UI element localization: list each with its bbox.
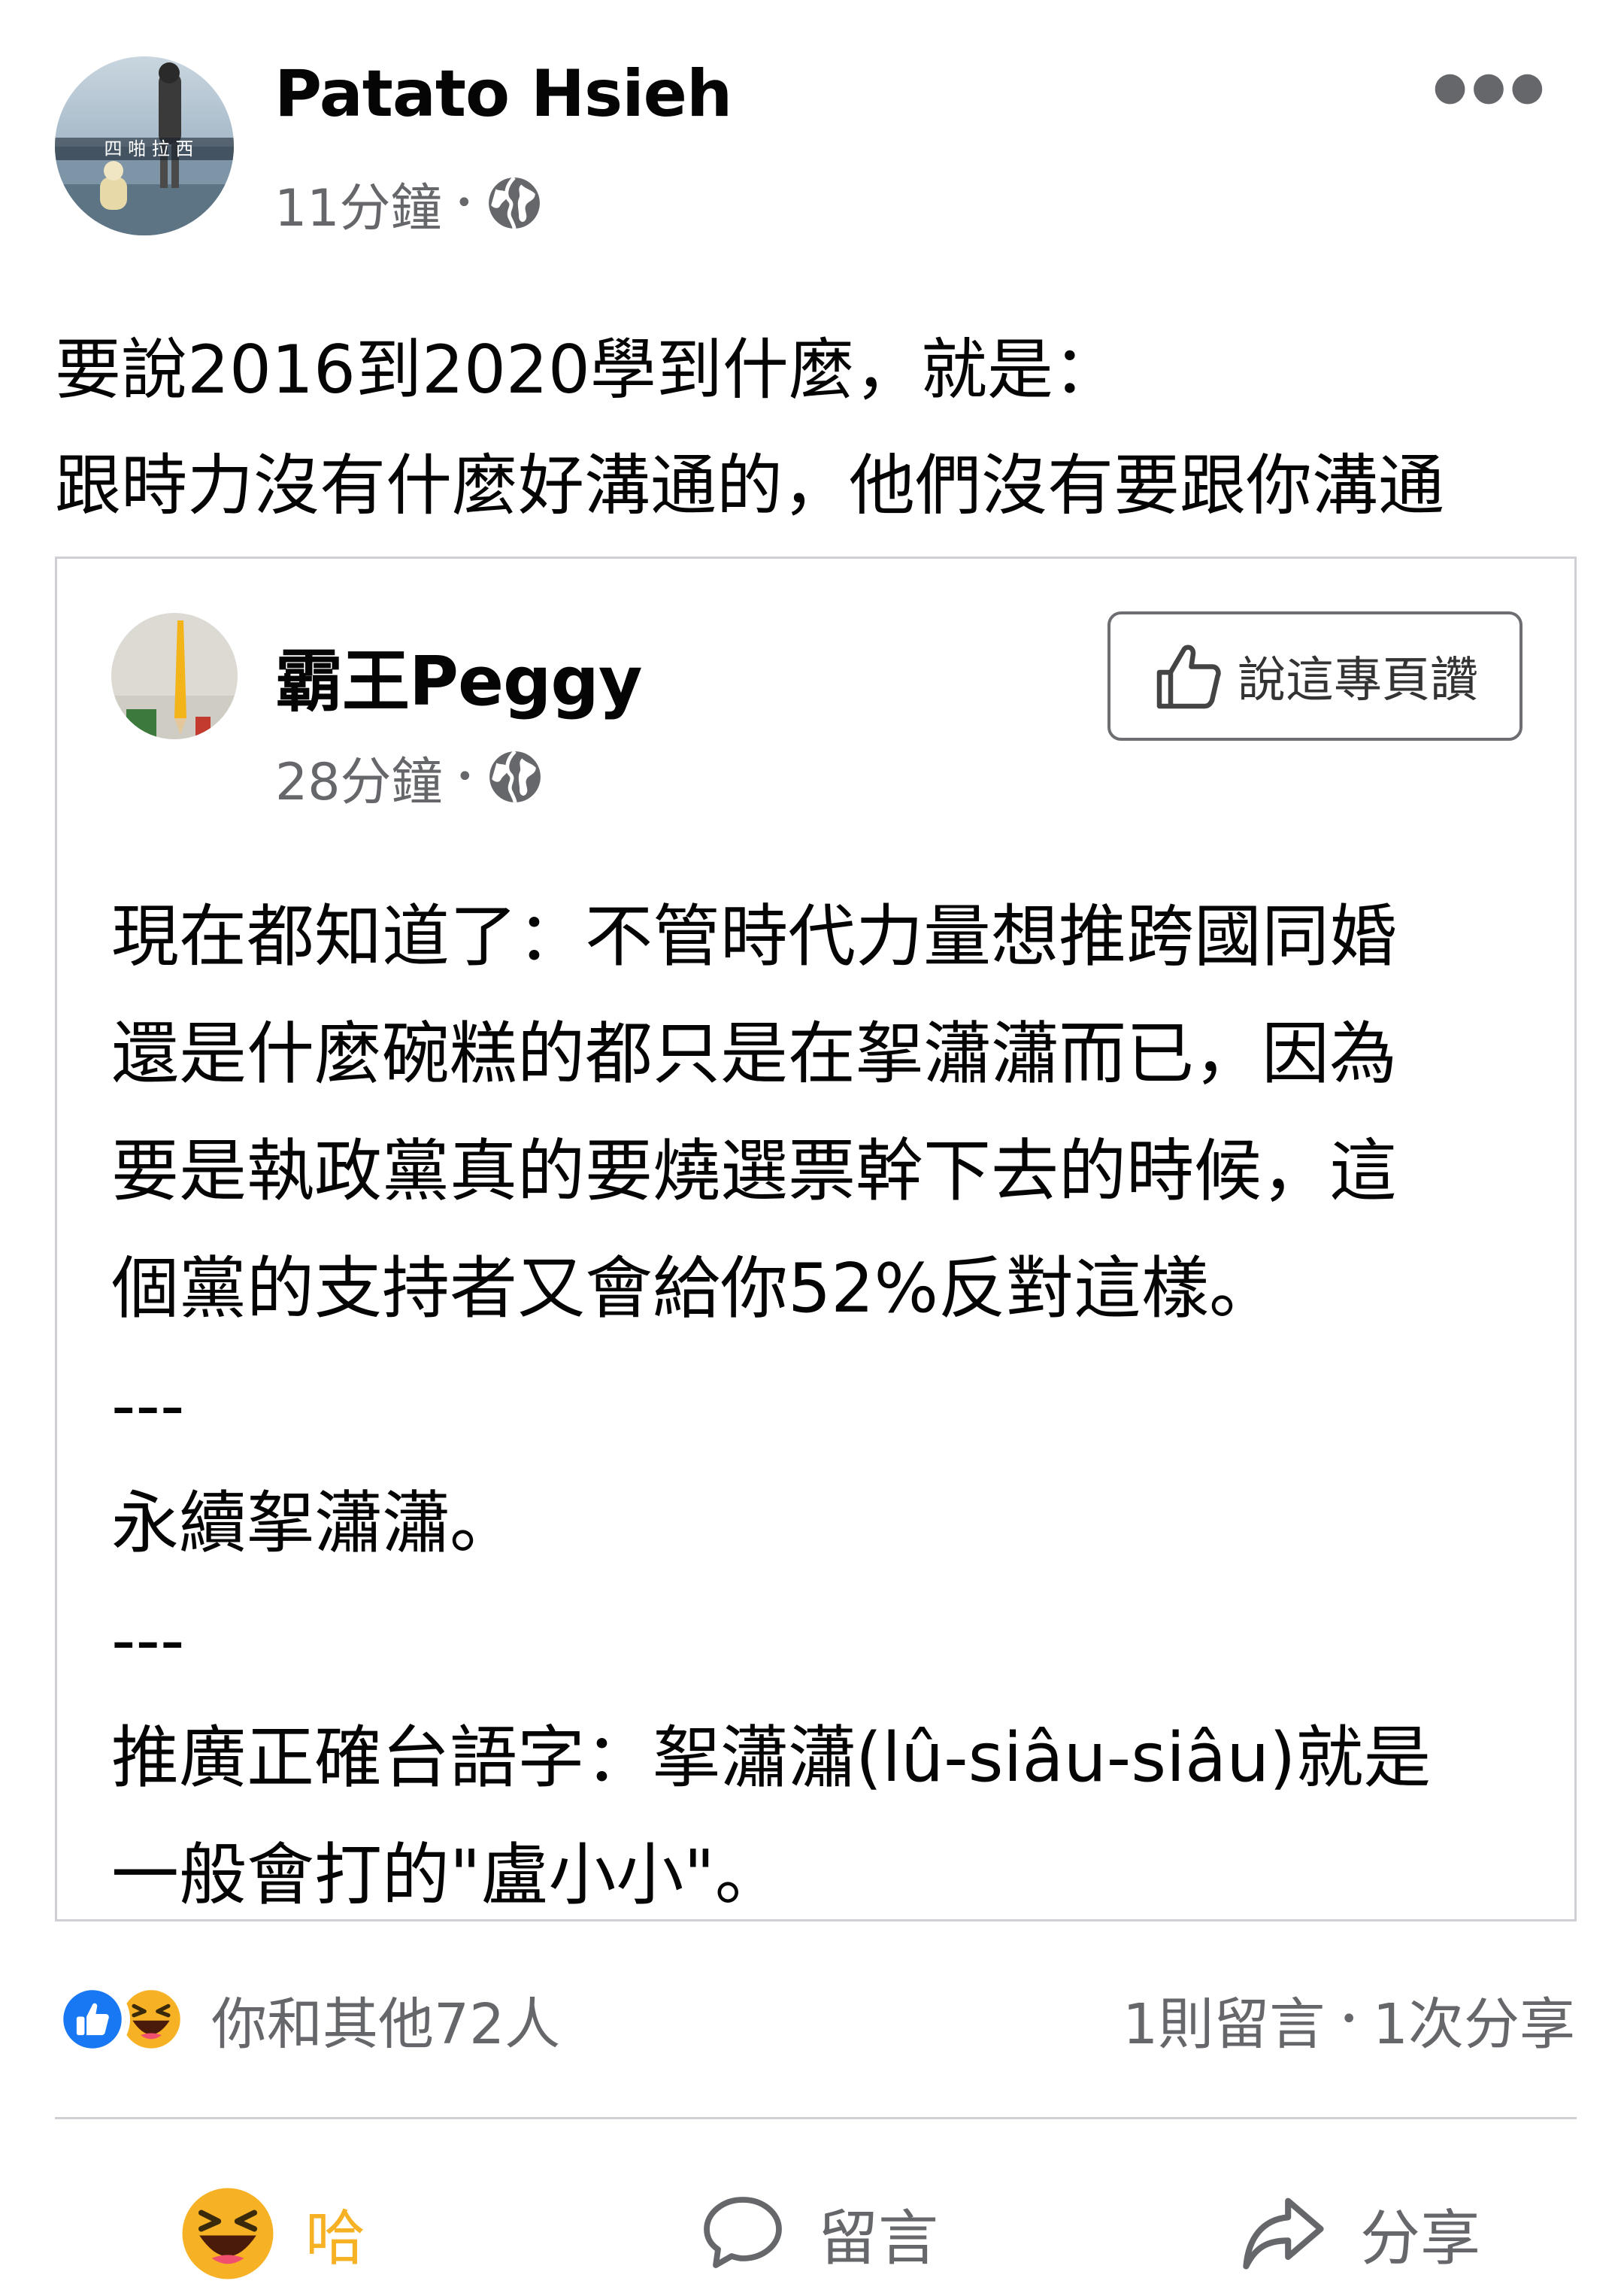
shared-post-card[interactable]: 霸王Peggy 28分鐘 • 說這專頁讚 現在都知道了：不管時代力量想推跨國同婚…: [55, 557, 1577, 1921]
action-divider: [55, 2117, 1577, 2119]
post-author-name[interactable]: Patato Hsieh: [274, 59, 732, 130]
haha-label: 哈: [305, 2204, 365, 2273]
post-text-line: 要說2016到2020學到什麼，就是：: [55, 331, 1120, 408]
globe-icon[interactable]: [486, 175, 542, 231]
shared-text-line: 永續挐瀟瀟。: [111, 1484, 517, 1563]
engagement-stats: 1則留言 • 1次分享: [1123, 1974, 1575, 2064]
shared-author-avatar[interactable]: [111, 613, 238, 739]
shared-text-line: 要是執政黨真的要燒選票幹下去的時候，這: [111, 1132, 1397, 1211]
shared-text-line: ---: [111, 1366, 185, 1445]
shared-text-line: ---: [111, 1601, 185, 1680]
share-icon: [1243, 2197, 1324, 2270]
avatar-caption: 四 啪 拉 西: [104, 138, 194, 159]
shared-author-name[interactable]: 霸王Peggy: [275, 626, 643, 724]
shared-text-line: 個黨的支持者又會給你52%反對這樣。: [111, 1249, 1277, 1328]
shared-post-meta: 28分鐘 •: [275, 747, 543, 812]
shared-text-line: 現在都知道了：不管時代力量想推跨國同婚: [111, 897, 1397, 976]
stats-separator: •: [1340, 2002, 1358, 2037]
shared-text-line: 推廣正確台語字：挐瀟瀟(lû-siâu-siâu)就是: [111, 1718, 1432, 1797]
share-label: 分享: [1360, 2204, 1480, 2273]
reaction-count: 你和其他72人: [211, 1991, 561, 2057]
shared-text-line: 還是什麼碗糕的都只是在挐瀟瀟而已，因為: [111, 1015, 1397, 1093]
comment-button[interactable]: 留言: [698, 2181, 938, 2286]
thumbs-up-outline-icon: [1156, 645, 1221, 709]
comment-label: 留言: [818, 2204, 938, 2273]
shared-post-text: 現在都知道了：不管時代力量想推跨國同婚 還是什麼碗糕的都只是在挐瀟瀟而已，因為 …: [111, 878, 1540, 1934]
meta-separator: •: [455, 186, 474, 220]
comment-icon: [704, 2197, 782, 2268]
like-reaction-icon: [55, 1982, 130, 2057]
share-button[interactable]: 分享: [1237, 2181, 1480, 2286]
more-options-icon[interactable]: ●●●: [1433, 67, 1549, 106]
shared-text-line: 一般會打的"盧小小"。: [111, 1836, 783, 1915]
like-page-label: 說這專頁讚: [1238, 653, 1478, 708]
author-avatar[interactable]: 四 啪 拉 西: [55, 56, 234, 235]
reaction-summary[interactable]: 你和其他72人: [55, 1974, 560, 2064]
like-page-button[interactable]: 說這專頁讚: [1107, 611, 1522, 741]
meta-separator: •: [456, 760, 474, 794]
globe-icon[interactable]: [487, 749, 543, 805]
post-text-line: 跟時力沒有什麼好溝通的，他們沒有要跟你溝通: [55, 447, 1445, 524]
post-timestamp[interactable]: 11分鐘: [274, 166, 442, 241]
haha-icon: [182, 2188, 274, 2279]
share-count[interactable]: 1次分享: [1373, 1979, 1575, 2060]
haha-reaction-button[interactable]: 哈: [180, 2181, 365, 2286]
shared-post-timestamp[interactable]: 28分鐘: [275, 740, 443, 814]
post-text: 要說2016到2020學到什麼，就是： 跟時力沒有什麼好溝通的，他們沒有要跟你溝…: [55, 312, 1604, 544]
comment-count[interactable]: 1則留言: [1123, 1979, 1325, 2060]
post-meta: 11分鐘 •: [274, 173, 542, 238]
